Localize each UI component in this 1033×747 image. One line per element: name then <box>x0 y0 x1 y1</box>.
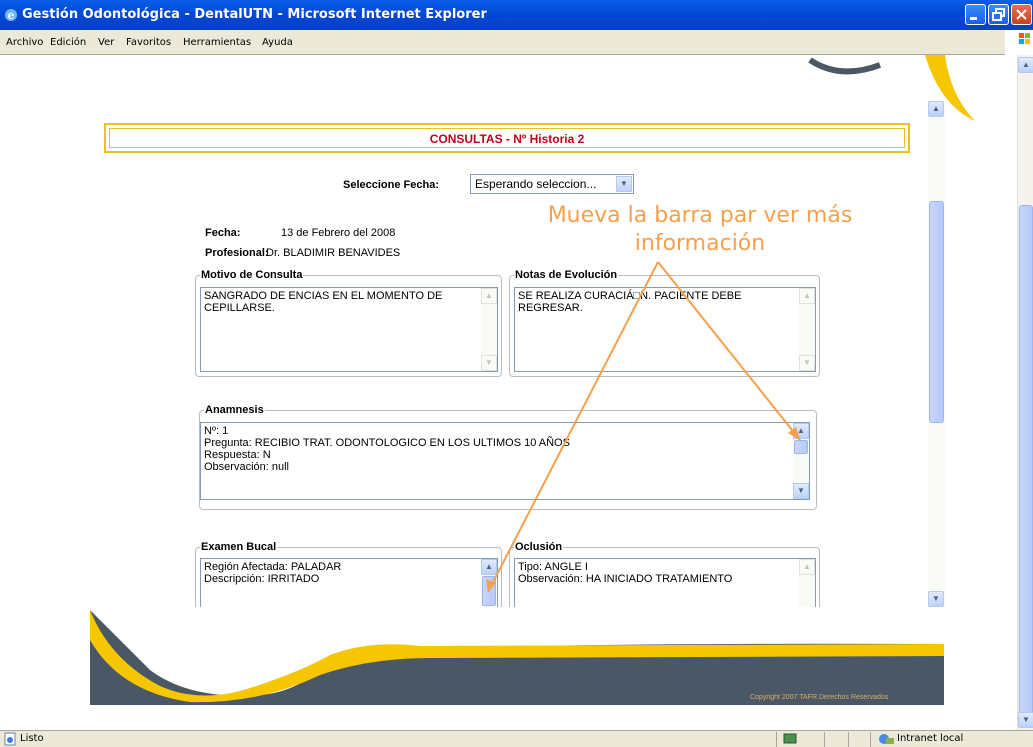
fecha-value: 13 de Febrero del 2008 <box>281 227 396 239</box>
frame-scroll-up[interactable]: ▲ <box>928 101 944 117</box>
help-annotation: Mueva la barra par ver más información <box>520 202 880 258</box>
page-icon <box>4 732 16 746</box>
window-title: Gestión Odontológica - DentalUTN - Micro… <box>22 7 487 22</box>
anamnesis-line: Nº: 1 <box>204 425 229 437</box>
select-date-label: Seleccione Fecha: <box>343 179 439 191</box>
menu-favoritos[interactable]: Favoritos <box>126 37 171 48</box>
restore-button[interactable] <box>988 4 1009 25</box>
anamnesis-line: Respuesta: N <box>204 449 271 461</box>
menu-ver[interactable]: Ver <box>98 37 114 48</box>
notas-text: SE REALIZA CURACIÁ□N. PACIENTE DEBE REGR… <box>518 290 742 314</box>
network-icon <box>783 733 797 744</box>
anamnesis-scroll-thumb[interactable] <box>794 440 808 454</box>
browser-scrollbar[interactable]: ▲ ▼ <box>1017 55 1033 730</box>
anamnesis-scrollbar[interactable]: ▲ ▼ <box>793 423 809 499</box>
examen-line: Descripción: IRRITADO <box>204 573 320 585</box>
status-bar: Listo Intranet local <box>0 730 1033 747</box>
status-text: Listo <box>20 733 44 744</box>
motivo-scrollbar[interactable]: ▲ ▼ <box>481 288 497 371</box>
zone-text: Intranet local <box>897 733 964 744</box>
anamnesis-line: Pregunta: RECIBIO TRAT. ODONTOLOGICO EN … <box>204 437 570 449</box>
menu-bar: Archivo Edición Ver Favoritos Herramient… <box>0 30 1033 55</box>
notas-scrollbar[interactable]: ▲ ▼ <box>799 288 815 371</box>
anamnesis-legend: Anamnesis <box>205 404 264 416</box>
menu-archivo[interactable]: Archivo <box>6 37 43 48</box>
svg-text:e: e <box>8 9 15 22</box>
annotation-line: información <box>634 231 766 256</box>
browser-window: e Gestión Odontológica - DentalUTN - Mic… <box>0 0 1033 747</box>
motivo-legend: Motivo de Consulta <box>201 269 303 281</box>
date-select[interactable]: Esperando seleccion... ▼ <box>470 174 634 194</box>
anamnesis-line: Observación: null <box>204 461 289 473</box>
minimize-button[interactable] <box>965 4 986 25</box>
motivo-text: SANGRADO DE ENCIAS EN EL MOMENTO DE CEPI… <box>204 290 443 314</box>
date-select-value: Esperando seleccion... <box>475 177 597 191</box>
footer-decoration: Copyright 2007 TAFR Derechos Reservados <box>90 610 944 705</box>
page-header-box: CONSULTAS - Nº Historia 2 <box>104 123 910 153</box>
profesional-value: Dr. BLADIMIR BENAVIDES <box>266 247 401 259</box>
examen-line: Región Afectada: PALADAR <box>204 561 342 573</box>
browser-scroll-down[interactable]: ▼ <box>1018 712 1033 728</box>
browser-scroll-thumb[interactable] <box>1019 205 1033 715</box>
close-button[interactable] <box>1011 4 1032 25</box>
windows-logo-icon <box>1005 30 1033 55</box>
fecha-label: Fecha: <box>205 227 241 239</box>
oclusion-line: Observación: HA INICIADO TRATAMIENTO <box>518 573 733 585</box>
oclusion-line: Tipo: ANGLE I <box>518 561 588 573</box>
oclusion-legend: Oclusión <box>515 541 563 553</box>
copyright-text: Copyright 2007 TAFR Derechos Reservados <box>750 694 889 701</box>
menu-herramientas[interactable]: Herramientas <box>183 37 251 48</box>
top-decoration <box>808 55 975 121</box>
anamnesis-textarea[interactable]: Nº: 1 Pregunta: RECIBIO TRAT. ODONTOLOGI… <box>200 422 810 500</box>
notas-legend: Notas de Evolución <box>515 269 618 281</box>
menu-edicion[interactable]: Edición <box>50 37 86 48</box>
annotation-line: Mueva la barra par ver más <box>547 203 853 228</box>
chevron-down-icon[interactable]: ▼ <box>616 176 632 192</box>
profesional-label: Profesional: <box>205 247 269 259</box>
page-viewport: CONSULTAS - Nº Historia 2 Seleccione Fec… <box>0 55 1017 730</box>
frame-scroll-thumb[interactable] <box>929 201 944 423</box>
title-bar: e Gestión Odontológica - DentalUTN - Mic… <box>0 0 1033 30</box>
examen-legend: Examen Bucal <box>201 541 277 553</box>
notas-textarea[interactable]: SE REALIZA CURACIÁ□N. PACIENTE DEBE REGR… <box>514 287 816 372</box>
browser-scroll-up[interactable]: ▲ <box>1018 57 1033 73</box>
ie-logo-icon: e <box>5 9 17 22</box>
intranet-icon <box>879 734 894 744</box>
menu-ayuda[interactable]: Ayuda <box>262 37 293 48</box>
motivo-textarea[interactable]: SANGRADO DE ENCIAS EN EL MOMENTO DE CEPI… <box>200 287 498 372</box>
page-title: CONSULTAS - Nº Historia 2 <box>109 128 905 148</box>
frame-scrollbar[interactable]: ▲ ▼ <box>928 101 945 607</box>
